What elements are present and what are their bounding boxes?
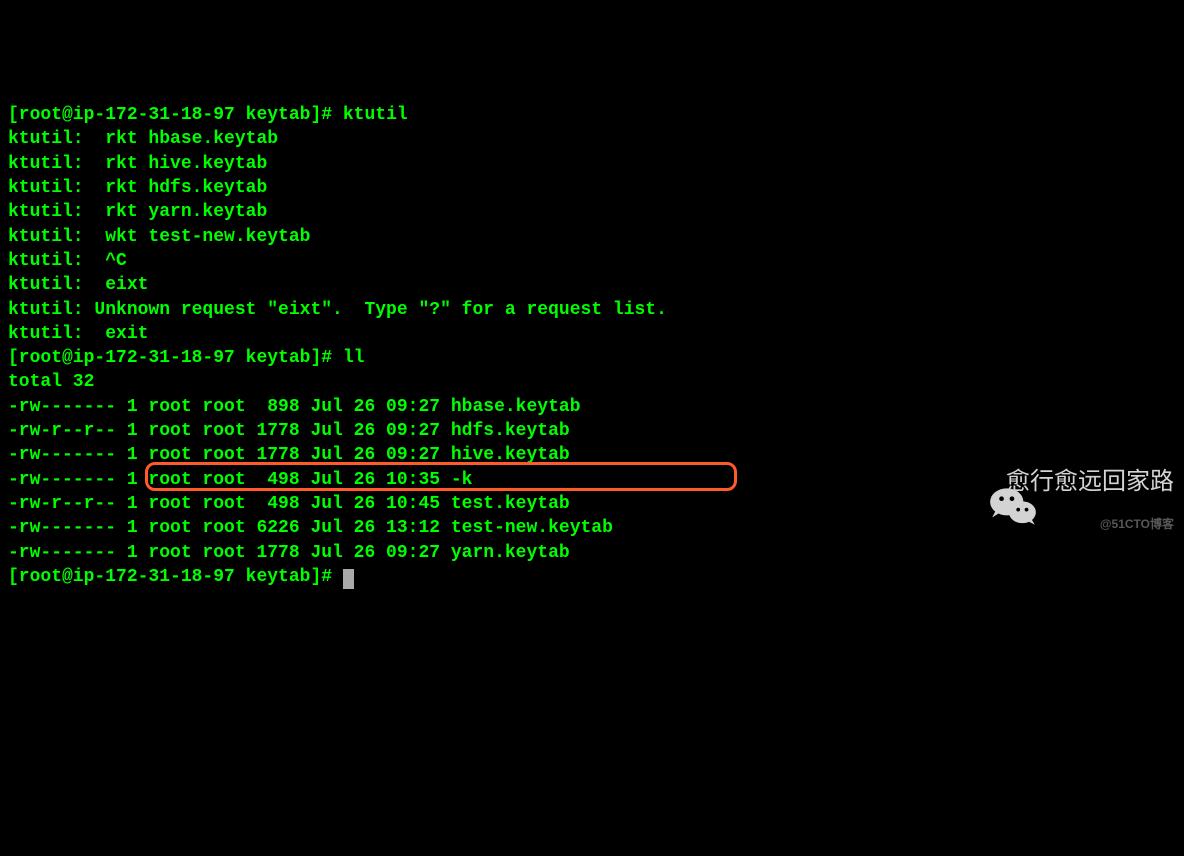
shell-prompt: [root@ip-172-31-18-97 keytab]#	[8, 567, 343, 587]
ktutil-line-4: ktutil: wkt test-new.keytab	[8, 225, 1176, 249]
ktutil-line-5: ktutil: ^C	[8, 249, 1176, 273]
wechat-watermark: 愈行愈远回家路	[944, 456, 1174, 508]
command-ll[interactable]: ll	[343, 348, 365, 368]
ktutil-line-2: ktutil: rkt hdfs.keytab	[8, 176, 1176, 200]
site-watermark: @51CTO博客	[1100, 516, 1174, 532]
shell-prompt: [root@ip-172-31-18-97 keytab]#	[8, 348, 343, 368]
ls-total: total 32	[8, 370, 1176, 394]
ktutil-line-8: ktutil: exit	[8, 322, 1176, 346]
ktutil-line-0: ktutil: rkt hbase.keytab	[8, 127, 1176, 151]
ktutil-line-1: ktutil: rkt hive.keytab	[8, 152, 1176, 176]
shell-prompt: [root@ip-172-31-18-97 keytab]#	[8, 105, 343, 125]
wechat-icon	[944, 456, 996, 508]
prompt-line-2: [root@ip-172-31-18-97 keytab]# ll	[8, 346, 1176, 370]
prompt-line-1: [root@ip-172-31-18-97 keytab]# ktutil	[8, 103, 1176, 127]
ktutil-line-6: ktutil: eixt	[8, 273, 1176, 297]
ktutil-line-3: ktutil: rkt yarn.keytab	[8, 200, 1176, 224]
command-ktutil[interactable]: ktutil	[343, 105, 408, 125]
ls-row-0: -rw------- 1 root root 898 Jul 26 09:27 …	[8, 395, 1176, 419]
ktutil-line-7: ktutil: Unknown request "eixt". Type "?"…	[8, 298, 1176, 322]
prompt-line-3: [root@ip-172-31-18-97 keytab]#	[8, 565, 1176, 589]
cursor[interactable]	[343, 569, 354, 589]
ls-row-6: -rw------- 1 root root 1778 Jul 26 09:27…	[8, 541, 1176, 565]
ls-row-1: -rw-r--r-- 1 root root 1778 Jul 26 09:27…	[8, 419, 1176, 443]
